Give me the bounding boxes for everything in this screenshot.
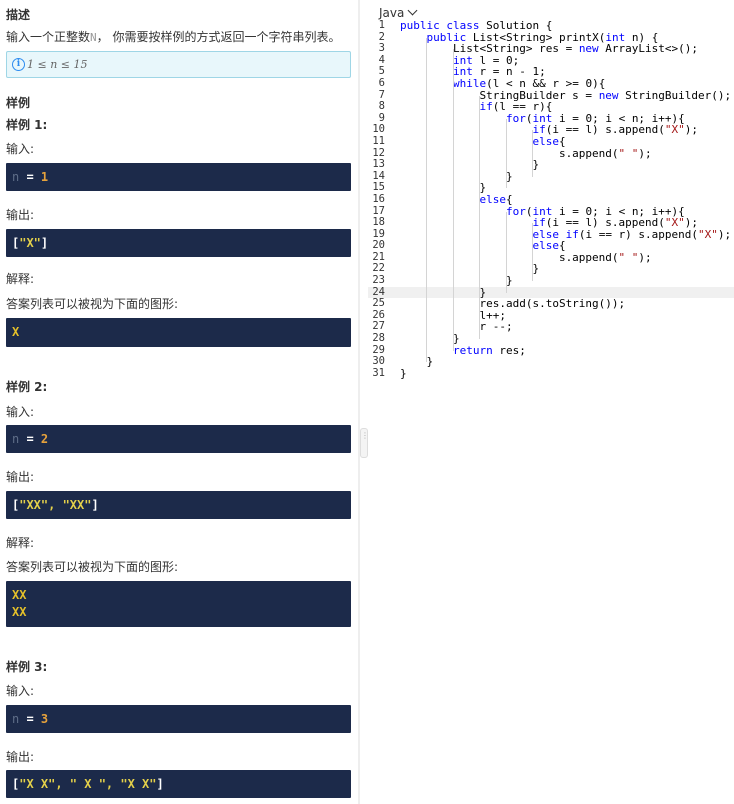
code-line[interactable]: 6 while(l < n && r >= 0){	[368, 76, 734, 90]
code-line[interactable]: 1 public class Solution {	[368, 19, 734, 32]
sample-2-output-close: ]	[91, 498, 99, 512]
description-heading: 描述	[6, 8, 31, 22]
code-line[interactable]: 23 }	[368, 274, 734, 287]
language-label: Java	[379, 6, 405, 20]
sample-1-explain-text: 答案列表可以被视为下面的图形:	[6, 297, 179, 311]
code-line[interactable]: 31}	[368, 366, 734, 380]
line-number: 6	[378, 76, 385, 89]
sample-1-output-items: "X"	[19, 236, 41, 250]
code-text[interactable]: }	[400, 159, 539, 171]
sample-1-output-label: 输出:	[6, 208, 35, 222]
info-icon: i	[12, 58, 25, 71]
code-text[interactable]: }	[400, 275, 513, 287]
language-selector[interactable]: Java	[379, 5, 418, 20]
sample-2-explain-label: 解释:	[6, 536, 35, 550]
indent-guide	[453, 49, 454, 351]
line-number: 31	[372, 366, 385, 379]
line-number: 28	[372, 332, 385, 345]
sample-2-figure-line: XX	[12, 588, 27, 602]
sample-1-output-close: ]	[40, 236, 49, 250]
panel-divider	[358, 0, 360, 804]
constraint-text: 1 ≤ n ≤ 15	[27, 58, 88, 71]
resize-handle[interactable]: ⋮	[360, 428, 369, 458]
sample-1-input-block: n = 1	[6, 163, 351, 191]
code-editor[interactable]: Java 1 public class Solution {2 public Li…	[368, 0, 734, 804]
constraint-box: i 1 ≤ n ≤ 15	[6, 51, 351, 78]
code-text[interactable]: while(l < n && r >= 0){	[400, 78, 605, 90]
code-line[interactable]: 11 else{	[368, 134, 734, 148]
sample-2-output-label: 输出:	[6, 470, 35, 484]
indent-guide	[506, 211, 507, 293]
sample-1-input-value: 1	[40, 170, 49, 184]
sample-3-title: 样例 3:	[6, 660, 48, 674]
line-number: 11	[372, 134, 385, 147]
sample-3-output-items: "X X", " X ", "X X"	[19, 777, 157, 791]
code-text[interactable]: else{	[400, 194, 512, 206]
code-line[interactable]: 28 }	[368, 332, 734, 345]
sample-2-explain-text: 答案列表可以被视为下面的图形:	[6, 560, 179, 574]
sample-3-input-eq: =	[19, 712, 41, 726]
code-text[interactable]: if(l == r){	[400, 101, 552, 113]
sample-3-output-label: 输出:	[6, 750, 35, 764]
sample-2-figure-line: XX	[12, 605, 27, 619]
sample-3-input-value: 3	[40, 712, 49, 726]
sample-2-input-label: 输入:	[6, 405, 35, 419]
line-number: 8	[378, 100, 385, 113]
indent-guide	[532, 223, 533, 282]
code-text[interactable]: public class Solution {	[400, 20, 552, 32]
description-post: ， 你需要按样例的方式返回一个字符串列表。	[96, 30, 341, 44]
line-number: 18	[372, 216, 385, 229]
code-line[interactable]: 30 }	[368, 356, 734, 368]
chevron-down-icon	[407, 5, 418, 16]
sample-1-figure-block: X	[6, 318, 351, 347]
line-number: 13	[372, 158, 385, 171]
sample-3-output-close: ]	[156, 777, 164, 791]
problem-panel: 描述 输入一个正整数N， 你需要按样例的方式返回一个字符串列表。 i 1 ≤ n…	[0, 0, 358, 804]
indent-guide	[426, 37, 427, 363]
description-pre: 输入一个正整数	[6, 30, 91, 44]
sample-2-input-value: 2	[40, 432, 49, 446]
indent-guide	[479, 95, 480, 340]
code-text[interactable]: }	[400, 368, 407, 380]
description-var: N	[90, 31, 97, 44]
sample-2-figure-block: XX XX	[6, 581, 351, 627]
sample-2-output-block: ["XX", "XX"]	[6, 491, 351, 519]
sample-1-title: 样例 1:	[6, 118, 48, 132]
sample-1-output-block: ["X"]	[6, 229, 351, 257]
line-number: 23	[372, 274, 385, 287]
code-line[interactable]: 13 }	[368, 159, 734, 171]
description-text: 输入一个正整数N， 你需要按样例的方式返回一个字符串列表。	[6, 28, 340, 45]
sample-1-explain-label: 解释:	[6, 272, 35, 286]
sample-2-title: 样例 2:	[6, 380, 48, 394]
sample-1-input-label: 输入:	[6, 142, 35, 156]
sample-3-input-block: n = 3	[6, 705, 351, 733]
sample-3-input-label: 输入:	[6, 684, 35, 698]
sample-2-input-block: n = 2	[6, 425, 351, 453]
code-text[interactable]: }	[400, 333, 460, 345]
line-number: 16	[372, 192, 385, 205]
sample-1-figure-line: X	[12, 325, 20, 339]
indent-guide	[532, 130, 533, 177]
code-text[interactable]: else{	[400, 136, 565, 148]
indent-guide	[506, 118, 507, 189]
sample-1-input-eq: =	[19, 170, 41, 184]
samples-heading: 样例	[6, 96, 31, 110]
sample-2-output-items: "XX", "XX"	[19, 498, 92, 512]
sample-3-output-block: ["X X", " X ", "X X"]	[6, 770, 351, 798]
line-number: 1	[378, 19, 385, 31]
code-area[interactable]: 1 public class Solution {2 public List<St…	[368, 19, 734, 380]
sample-2-input-eq: =	[19, 432, 41, 446]
